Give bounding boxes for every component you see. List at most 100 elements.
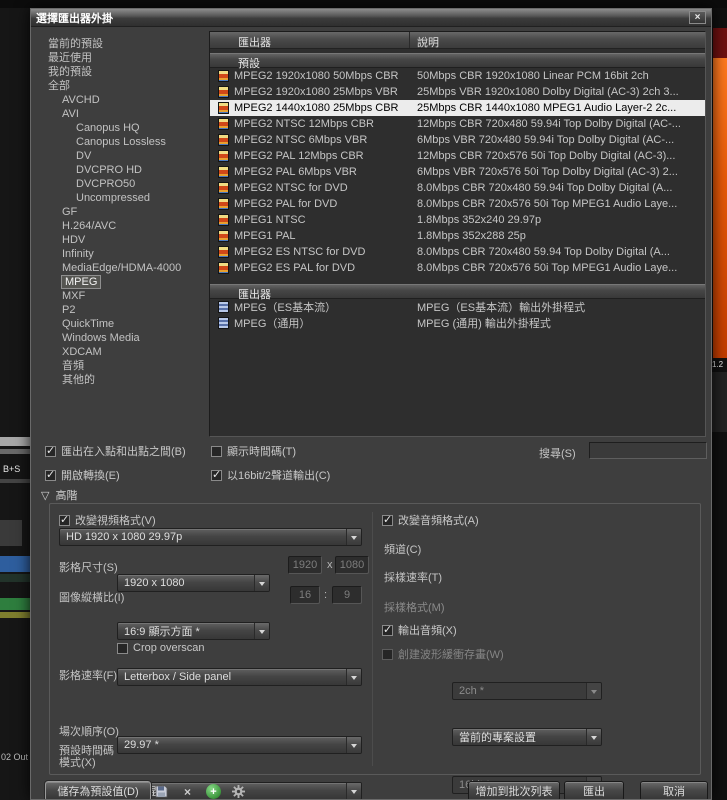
add-icon[interactable]: + [206, 784, 221, 799]
tree-item[interactable]: HDV [39, 233, 207, 247]
video-format-preset-dropdown[interactable]: HD 1920 x 1080 29.97p [59, 528, 362, 546]
checkbox-box [59, 515, 70, 526]
preset-name: MPEG1 PAL [234, 230, 296, 242]
close-button[interactable]: × [689, 11, 706, 24]
plugin-icon [218, 301, 229, 313]
tree-item[interactable]: Canopus HQ [39, 121, 207, 135]
preset-name-cell: MPEG2 NTSC 12Mbps CBR [210, 118, 410, 130]
timecode-mode-label: 預設時間碼模式(X) [59, 745, 117, 769]
exporter-row[interactable]: MPEG（通用） MPEG (通用) 輸出外掛程式 [210, 315, 705, 331]
preset-description: 12Mbps CBR 720x480 59.94i Top Dolby Digi… [410, 118, 705, 130]
tree-item[interactable]: 全部 [39, 79, 207, 93]
change-video-format-checkbox[interactable]: 改變視頻格式(V) [59, 512, 156, 528]
exporter-row[interactable]: MPEG（ES基本流） MPEG（ES基本流）輸出外掛程式 [210, 299, 705, 315]
preset-row[interactable]: MPEG2 1440x1080 25Mbps CBR 25Mbps CBR 14… [210, 100, 705, 116]
frame-rate-dropdown[interactable]: 29.97 * [117, 736, 362, 754]
aspect-ratio-dropdown[interactable]: 16:9 顯示方面 * [117, 622, 270, 640]
preset-row[interactable]: MPEG2 1920x1080 25Mbps VBR 25Mbps VBR 19… [210, 84, 705, 100]
tree-item-label: Infinity [62, 248, 94, 260]
tree-item[interactable]: DVCPRO HD [39, 163, 207, 177]
preset-row[interactable]: MPEG2 NTSC for DVD 8.0Mbps CBR 720x480 5… [210, 180, 705, 196]
tree-item[interactable]: MXF [39, 289, 207, 303]
tree-item[interactable]: MediaEdge/HDMA-4000 [39, 261, 207, 275]
tree-item[interactable]: 當前的預設 [39, 37, 207, 51]
tree-item[interactable]: DV [39, 149, 207, 163]
frame-size-dropdown[interactable]: 1920 x 1080 [117, 574, 270, 592]
advanced-panel: 改變視頻格式(V) HD 1920 x 1080 29.97p 影格尺寸(S) … [49, 503, 701, 775]
tree-item[interactable]: H.264/AVC [39, 219, 207, 233]
tree-item[interactable]: 其他的 [39, 373, 207, 387]
advanced-section-toggle[interactable]: ▽ 高階 [41, 487, 77, 503]
letterbox-dropdown[interactable]: Letterbox / Side panel [117, 668, 362, 686]
letterbox-value: Letterbox / Side panel [124, 671, 231, 683]
tree-item[interactable]: 最近使用 [39, 51, 207, 65]
tree-item[interactable]: AVCHD [39, 93, 207, 107]
delete-icon[interactable]: × [179, 783, 196, 800]
chevron-down-icon [254, 623, 269, 639]
tree-item[interactable]: Windows Media [39, 331, 207, 345]
enable-conversion-checkbox[interactable]: 開啟轉換(E) [45, 467, 120, 483]
preset-row[interactable]: MPEG2 PAL 12Mbps CBR 12Mbps CBR 720x576 … [210, 148, 705, 164]
checkbox-box [382, 515, 393, 526]
crop-overscan-checkbox[interactable]: Crop overscan [117, 642, 205, 654]
column-divider [372, 512, 373, 766]
tree-item-label: HDV [62, 234, 85, 246]
tree-item[interactable]: XDCAM [39, 345, 207, 359]
mpeg-preset-icon [218, 246, 229, 258]
preset-row[interactable]: MPEG2 ES NTSC for DVD 8.0Mbps CBR 720x48… [210, 244, 705, 260]
search-input[interactable] [589, 442, 707, 459]
tree-item[interactable]: Uncompressed [39, 191, 207, 205]
column-header-exporter[interactable]: 匯出器 [210, 32, 410, 48]
show-timecode-checkbox[interactable]: 顯示時間碼(T) [211, 443, 296, 459]
mpeg-preset-icon [218, 134, 229, 146]
preset-row[interactable]: MPEG1 NTSC 1.8Mbps 352x240 29.97p [210, 212, 705, 228]
preset-row[interactable]: MPEG2 NTSC 12Mbps CBR 12Mbps CBR 720x480… [210, 116, 705, 132]
bit16-output-checkbox[interactable]: 以16bit/2聲道輸出(C) [211, 467, 330, 483]
preset-row[interactable]: MPEG2 PAL for DVD 8.0Mbps CBR 720x576 50… [210, 196, 705, 212]
aspect-height-field: 9 [332, 586, 362, 604]
preset-name: MPEG2 NTSC 6Mbps VBR [234, 134, 367, 146]
tree-item[interactable]: AVI [39, 107, 207, 121]
change-audio-format-checkbox[interactable]: 改變音頻格式(A) [382, 512, 479, 528]
tree-item[interactable]: Infinity [39, 247, 207, 261]
tree-item[interactable]: DVCPRO50 [39, 177, 207, 191]
tree-item[interactable]: QuickTime [39, 317, 207, 331]
tree-item[interactable]: 音頻 [39, 359, 207, 373]
aspect-ratio-label: 圖像縱橫比(I) [59, 589, 124, 605]
output-audio-checkbox[interactable]: 輸出音頻(X) [382, 622, 457, 638]
sample-rate-dropdown[interactable]: 當前的專案設置 [452, 728, 602, 746]
preset-row[interactable]: MPEG2 PAL 6Mbps VBR 6Mbps VBR 720x576 50… [210, 164, 705, 180]
tree-item[interactable]: Canopus Lossless [39, 135, 207, 149]
show-timecode-label: 顯示時間碼(T) [227, 443, 296, 459]
gear-icon[interactable] [230, 783, 247, 800]
preset-row[interactable]: MPEG1 PAL 1.8Mbps 352x288 25p [210, 228, 705, 244]
frame-size-value: 1920 x 1080 [124, 577, 185, 589]
create-waveform-checkbox: 創建波形緩衝存畫(W) [382, 646, 504, 662]
export-button[interactable]: 匯出 [564, 781, 624, 800]
preset-row[interactable]: MPEG2 NTSC 6Mbps VBR 6Mbps VBR 720x480 5… [210, 132, 705, 148]
tree-item[interactable]: 我的預設 [39, 65, 207, 79]
aspect-ratio-value: 16:9 顯示方面 * [124, 623, 200, 639]
channel-dropdown: 2ch * [452, 682, 602, 700]
frame-size-label: 影格尺寸(S) [59, 559, 118, 575]
tree-item[interactable]: GF [39, 205, 207, 219]
tree-item[interactable]: MPEG [39, 275, 207, 289]
add-to-batch-button[interactable]: 增加到批次列表 [468, 781, 560, 800]
tree-item-label: AVCHD [62, 94, 100, 106]
timeline-track-label: B+S [3, 464, 20, 474]
tree-item[interactable]: P2 [39, 303, 207, 317]
export-between-checkbox[interactable]: 匯出在入點和出點之間(B) [45, 443, 186, 459]
right-edge-label: 1.2 [712, 360, 723, 369]
frame-width-field: 1920 [288, 556, 322, 574]
gear-glyph [232, 785, 245, 798]
exporter-name-cell: MPEG（通用） [210, 315, 410, 331]
cancel-button[interactable]: 取消 [640, 781, 708, 800]
save-as-preset-button[interactable]: 儲存為預設值(D) [45, 781, 151, 800]
change-video-format-label: 改變視頻格式(V) [75, 512, 156, 528]
preset-row[interactable]: MPEG2 1920x1080 50Mbps CBR 50Mbps CBR 19… [210, 68, 705, 84]
mpeg-preset-icon [218, 118, 229, 130]
save-icon[interactable] [153, 783, 170, 800]
preset-row[interactable]: MPEG2 ES PAL for DVD 8.0Mbps CBR 720x576… [210, 260, 705, 276]
timeline-track-fragment [0, 520, 22, 546]
column-header-description[interactable]: 說明 [410, 32, 705, 48]
